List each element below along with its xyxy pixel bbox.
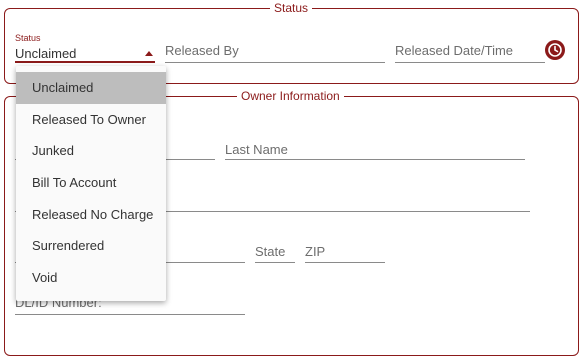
released-by-placeholder: Released By	[165, 43, 239, 58]
state-input[interactable]: State	[255, 238, 295, 263]
zip-input[interactable]: ZIP	[305, 238, 385, 263]
menu-item-void[interactable]: Void	[16, 262, 166, 294]
menu-item-released-to-owner[interactable]: Released To Owner	[16, 104, 166, 136]
released-datetime-input[interactable]: Released Date/Time	[395, 38, 545, 63]
status-value: Unclaimed	[15, 46, 77, 61]
zip-placeholder: ZIP	[305, 244, 326, 259]
menu-item-junked[interactable]: Junked	[16, 135, 166, 167]
state-placeholder: State	[255, 244, 286, 259]
status-select[interactable]: Status Unclaimed	[15, 33, 155, 63]
menu-item-surrendered[interactable]: Surrendered	[16, 230, 166, 262]
menu-item-released-no-charge[interactable]: Released No Charge	[16, 199, 166, 231]
menu-item-unclaimed[interactable]: Unclaimed	[16, 72, 166, 104]
caret-up-icon	[145, 51, 153, 56]
last-name-placeholder: Last Name	[225, 142, 288, 157]
last-name-input[interactable]: Last Name	[225, 135, 525, 160]
released-datetime-placeholder: Released Date/Time	[395, 43, 514, 58]
status-dropdown-menu: Unclaimed Released To Owner Junked Bill …	[16, 66, 166, 301]
released-by-input[interactable]: Released By	[165, 38, 385, 63]
status-section-legend: Status	[270, 1, 313, 15]
menu-item-bill-to-account[interactable]: Bill To Account	[16, 167, 166, 199]
owner-section-legend: Owner Information	[237, 89, 344, 103]
status-field-label: Status	[15, 33, 41, 43]
clock-icon[interactable]	[545, 40, 565, 60]
